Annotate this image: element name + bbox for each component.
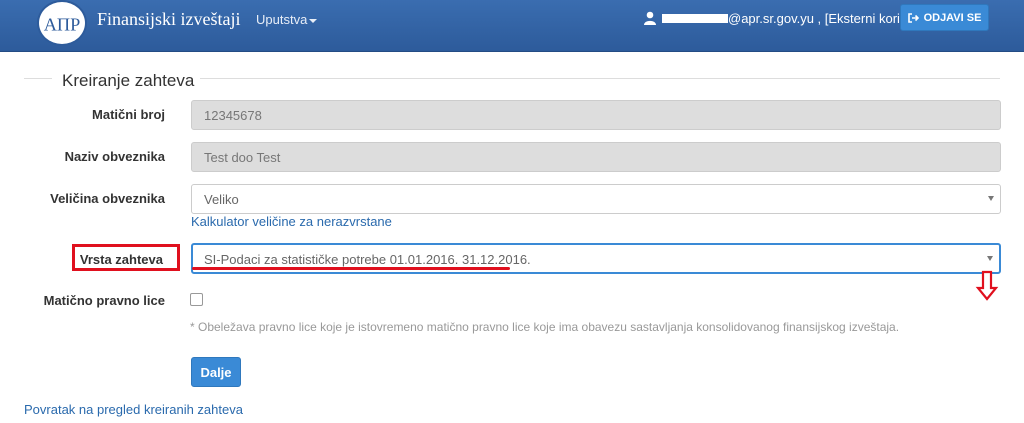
menu-uputstva-label: Uputstva xyxy=(256,12,308,27)
maticni-broj-label: Matični broj xyxy=(92,107,165,122)
dalje-button[interactable]: Dalje xyxy=(191,357,241,387)
user-email-suffix: @apr.sr.gov.yu , [Eksterni korisnik] xyxy=(728,10,927,26)
redacted-username xyxy=(662,13,728,23)
logo-letters: AΠP xyxy=(44,14,81,34)
maticni-broj-field: 12345678 xyxy=(191,100,1001,130)
form-legend: Kreiranje zahteva xyxy=(62,71,195,90)
red-underline-annotation xyxy=(192,267,510,270)
user-icon xyxy=(644,11,656,25)
vrsta-zahteva-value: SI-Podaci za statističke potrebe 01.01.2… xyxy=(204,252,531,267)
top-navbar: AΠP Finansijski izveštaji Uputstva @apr.… xyxy=(0,0,1024,52)
maticno-pravno-lice-hint: * Obeležava pravno lice koje je istovrem… xyxy=(190,320,900,334)
maticni-broj-value: 12345678 xyxy=(204,108,262,123)
caret-down-icon xyxy=(309,18,318,23)
maticno-pravno-lice-checkbox[interactable] xyxy=(190,293,203,306)
apr-logo-icon: AΠP xyxy=(44,14,81,34)
naziv-obveznika-value: Test doo Test xyxy=(204,150,281,165)
logout-label: ODJAVI SE xyxy=(923,11,982,24)
velicina-obveznika-value: Veliko xyxy=(204,192,239,207)
velicina-obveznika-label: Veličina obveznika xyxy=(50,191,165,206)
logout-button[interactable]: ODJAVI SE xyxy=(900,4,989,31)
user-info: @apr.sr.gov.yu , [Eksterni korisnik] xyxy=(644,10,927,26)
naziv-obveznika-label: Naziv obveznika xyxy=(64,149,165,164)
legend-divider-right xyxy=(200,78,1000,79)
select-arrow-icon xyxy=(988,196,994,201)
velicina-obveznika-select[interactable]: Veliko xyxy=(191,184,1001,214)
red-highlight-box xyxy=(72,244,180,271)
logout-icon xyxy=(907,12,919,23)
kalkulator-velicine-link[interactable]: Kalkulator veličine za nerazvrstane xyxy=(191,214,392,229)
back-to-requests-link[interactable]: Povratak na pregled kreiranih zahteva xyxy=(24,402,243,417)
apr-logo[interactable]: AΠP xyxy=(37,0,87,46)
menu-uputstva[interactable]: Uputstva xyxy=(256,12,318,27)
red-arrow-down-icon xyxy=(975,270,999,301)
select-arrow-icon xyxy=(987,256,993,261)
brand-title[interactable]: Finansijski izveštaji xyxy=(97,9,241,30)
maticno-pravno-lice-label: Matično pravno lice xyxy=(43,293,165,308)
legend-divider-left xyxy=(24,78,52,79)
dalje-label: Dalje xyxy=(200,364,232,380)
naziv-obveznika-field: Test doo Test xyxy=(191,142,1001,172)
